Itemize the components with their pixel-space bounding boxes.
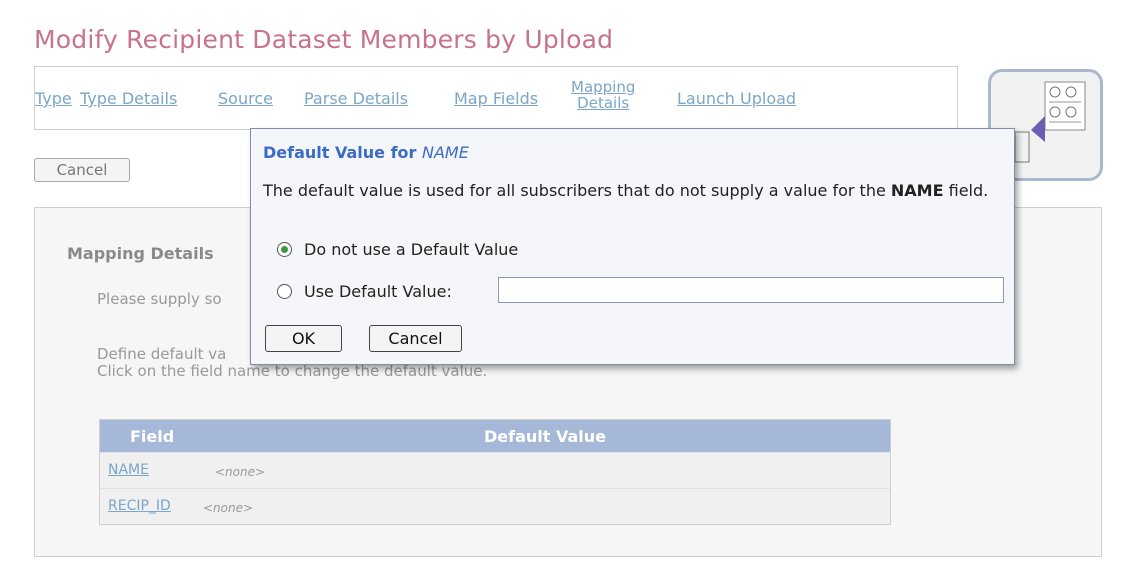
field-link-recip-id[interactable]: RECIP_ID (108, 498, 171, 514)
header-field: Field (130, 427, 175, 446)
step-map-fields[interactable]: Map Fields (454, 89, 538, 108)
option-use-default[interactable]: Use Default Value: (277, 282, 452, 301)
option-use-default-label: Use Default Value: (304, 282, 452, 301)
dialog-desc-suffix: field. (943, 181, 989, 200)
ok-button[interactable]: OK (265, 325, 342, 352)
dialog-desc-prefix: The default value is used for all subscr… (263, 181, 891, 200)
table-row: NAME <none> (100, 452, 890, 488)
page-title: Modify Recipient Dataset Members by Uplo… (34, 25, 614, 54)
info-text-define-line1: Define default va (97, 345, 227, 363)
step-parse-details[interactable]: Parse Details (304, 89, 408, 108)
step-mapping-details[interactable]: Mapping Details (571, 79, 635, 111)
option-no-default[interactable]: Do not use a Default Value (277, 240, 518, 259)
default-value-recip-id: <none> (203, 501, 254, 515)
option-no-default-label: Do not use a Default Value (304, 240, 519, 259)
header-default-value: Default Value (484, 427, 607, 446)
default-values-table: Field Default Value NAME <none> RECIP_ID… (99, 419, 891, 525)
step-source[interactable]: Source (218, 89, 273, 108)
default-value-dialog: Default Value for NAME The default value… (250, 128, 1015, 365)
step-mapping-details-line2: Details (577, 94, 630, 112)
radio-no-default[interactable] (277, 242, 292, 257)
step-launch-upload[interactable]: Launch Upload (677, 89, 796, 108)
dialog-title-prefix: Default Value for (263, 143, 422, 162)
dialog-title-field: NAME (422, 143, 469, 162)
info-text-supply: Please supply so (97, 290, 222, 308)
cancel-button[interactable]: Cancel (34, 158, 130, 182)
dialog-title: Default Value for NAME (263, 143, 469, 162)
dialog-cancel-button[interactable]: Cancel (369, 325, 462, 352)
wizard-steps: Type Type Details Source Parse Details M… (34, 66, 958, 130)
section-title: Mapping Details (67, 244, 214, 263)
default-value-name: <none> (215, 465, 266, 479)
dialog-description: The default value is used for all subscr… (263, 182, 1003, 200)
field-link-name[interactable]: NAME (108, 462, 149, 478)
dialog-desc-field: NAME (890, 181, 944, 200)
table-header: Field Default Value (100, 420, 890, 452)
default-value-input[interactable] (498, 277, 1004, 303)
step-type[interactable]: Type (35, 89, 72, 108)
step-type-details[interactable]: Type Details (80, 89, 177, 108)
radio-use-default[interactable] (277, 284, 292, 299)
table-row: RECIP_ID <none> (100, 488, 890, 524)
